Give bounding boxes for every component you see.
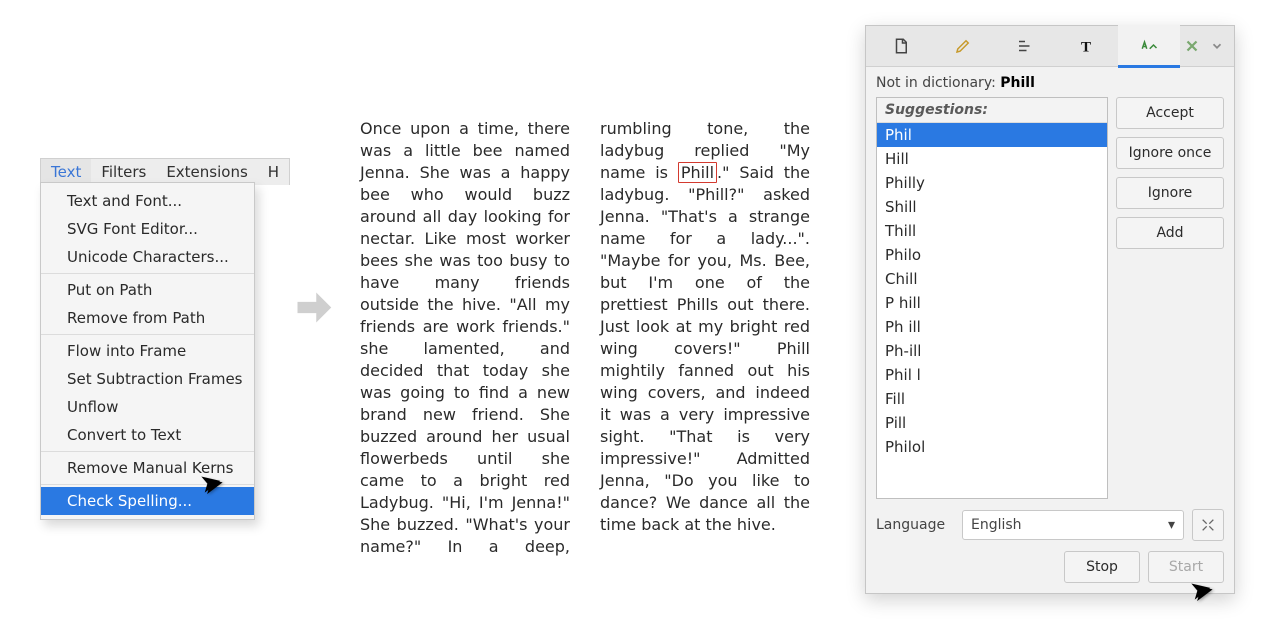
svg-text:T: T [1081,39,1091,55]
suggestions-header: Suggestions: [877,98,1107,123]
start-button: Start [1148,551,1224,583]
accept-button[interactable]: Accept [1116,97,1224,129]
menu-item[interactable]: Unflow [41,393,254,421]
chevron-down-icon[interactable] [1204,39,1230,53]
menu-item[interactable]: Put on Path [41,276,254,304]
spellcheck-dialog: T Not in dictionary: Phill Suggestions: … [865,25,1235,594]
language-label: Language [876,517,954,533]
menu-item[interactable]: Remove from Path [41,304,254,332]
menu-item[interactable]: Convert to Text [41,421,254,449]
suggestion-item[interactable]: Phil [877,123,1107,147]
stop-button[interactable]: Stop [1064,551,1140,583]
menu-separator [41,484,254,485]
menu-item[interactable]: SVG Font Editor... [41,215,254,243]
chevron-down-icon: ▾ [1168,517,1175,533]
menu-item[interactable]: Text and Font... [41,187,254,215]
menubar: TextFiltersExtensionsH [40,158,290,185]
add-button[interactable]: Add [1116,217,1224,249]
menu-separator [41,451,254,452]
suggestions-list[interactable]: Suggestions: PhilHillPhillyShillThillPhi… [876,97,1108,499]
suggestion-item[interactable]: P hill [877,291,1107,315]
ignore-once-button[interactable]: Ignore once [1116,137,1224,169]
language-value: English [971,517,1022,533]
arrow-right-icon [290,285,335,330]
suggestion-item[interactable]: Thill [877,219,1107,243]
ignore-button[interactable]: Ignore [1116,177,1224,209]
dialog-tabstrip: T [866,26,1234,67]
align-icon[interactable] [994,26,1056,66]
canvas-text[interactable]: Once upon a time, there was a little bee… [360,118,810,558]
suggestion-item[interactable]: Shill [877,195,1107,219]
menu-separator [41,334,254,335]
suggestion-item[interactable]: Hill [877,147,1107,171]
menubar-tab-h[interactable]: H [258,159,289,185]
language-select[interactable]: English ▾ [962,510,1184,540]
new-document-icon[interactable] [870,26,932,66]
suggestion-item[interactable]: Ph-ill [877,339,1107,363]
spellcheck-tab-icon[interactable] [1118,25,1180,68]
text-tool-icon[interactable]: T [1056,26,1118,66]
suggestion-item[interactable]: Pill [877,411,1107,435]
not-in-dictionary-line: Not in dictionary: Phill [876,75,1224,91]
misspelled-word[interactable]: Phill [678,162,717,183]
suggestion-item[interactable]: Philly [877,171,1107,195]
preferences-button[interactable] [1192,509,1224,541]
suggestion-item[interactable]: Ph ill [877,315,1107,339]
edit-icon[interactable] [932,26,994,66]
suggestion-item[interactable]: Chill [877,267,1107,291]
menu-item[interactable]: Set Subtraction Frames [41,365,254,393]
menu-item[interactable]: Unicode Characters... [41,243,254,271]
suggestion-item[interactable]: Philo [877,243,1107,267]
text-menu-dropdown: Text and Font...SVG Font Editor...Unicod… [40,182,255,520]
menu-separator [41,273,254,274]
suggestion-item[interactable]: Philol [877,435,1107,459]
suggestion-item[interactable]: Fill [877,387,1107,411]
menu-item[interactable]: Flow into Frame [41,337,254,365]
menu-item[interactable]: Check Spelling... [41,487,254,515]
close-tab-icon[interactable] [1180,26,1204,66]
story-post: ." Said the ladybug. "Phill?" asked Jenn… [600,163,810,534]
suggestion-item[interactable]: Phil l [877,363,1107,387]
not-in-dictionary-word: Phill [1000,75,1035,91]
menu-item[interactable]: Remove Manual Kerns [41,454,254,482]
